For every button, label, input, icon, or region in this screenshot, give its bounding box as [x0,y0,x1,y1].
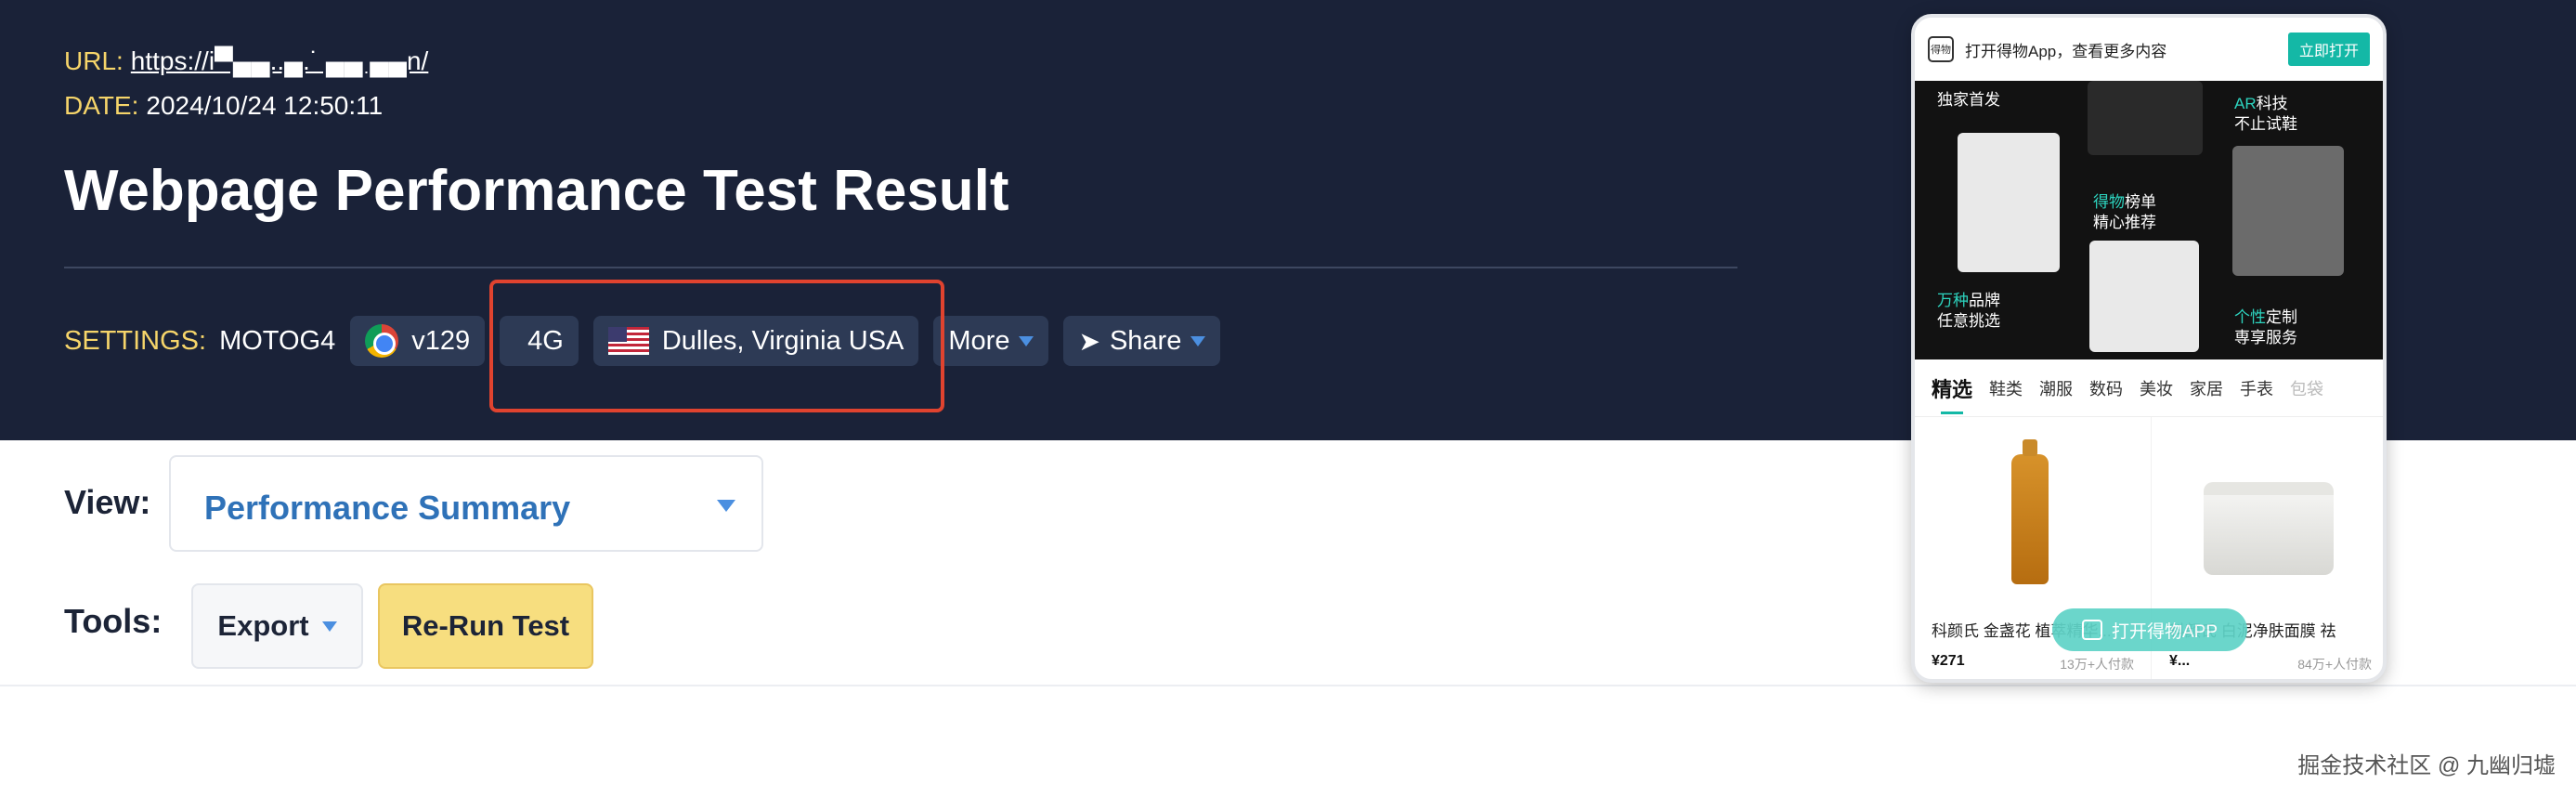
rerun-test-button[interactable]: Re-Run Test [378,583,593,669]
banner-text: 个性定制 [2234,308,2297,326]
test-date-row: DATE: 2024/10/24 12:50:11 [64,91,383,121]
banner-text: 得物榜单 [2093,193,2156,211]
banner-text: 任意挑选 [1937,312,2000,330]
date-key: DATE: [64,91,139,120]
page: URL: https://i▀▄▄..▄.˙ ▄▄ ▄▄n/ DATE: 2024/… [0,0,2576,797]
tab-digital[interactable]: 数码 [2089,376,2123,400]
test-date-value: 2024/10/24 12:50:11 [146,91,384,120]
tab-shoes[interactable]: 鞋类 [1989,376,2023,400]
product-image [2190,436,2348,594]
open-app-floating-button[interactable]: 打开得物APP [2052,608,2247,651]
open-app-label: 打开得物APP [2111,621,2218,642]
share-button[interactable]: ➤ Share [1063,316,1221,366]
app-icon [2081,620,2102,640]
share-label: Share [1109,325,1182,356]
chevron-down-icon [321,621,337,632]
browser-pill[interactable]: v129 [350,316,486,366]
chevron-down-icon [1190,335,1206,346]
tab-beauty[interactable]: 美妆 [2140,376,2173,400]
view-label: View: [64,483,151,521]
banner-text: 独家首发 [1937,91,2000,109]
test-url-row: URL: https://i▀▄▄..▄.˙ ▄▄ ▄▄n/ [64,46,428,76]
app-bar-text: 打开得物App，查看更多内容 [1965,42,2167,60]
ar-shoe-card [2232,146,2344,276]
app-open-button[interactable]: 立即打开 [2287,33,2370,66]
browser-version: v129 [411,325,471,356]
product-paid-count: 84万+人付款 [2297,657,2372,672]
view-selected-value: Performance Summary [204,489,571,527]
tab-streetwear[interactable]: 潮服 [2039,376,2073,400]
section-divider [0,685,2576,686]
chevron-down-icon [1019,335,1034,346]
device-name: MOTOG4 [219,325,336,356]
url-key: URL: [64,46,124,75]
product-image [1952,436,2110,594]
export-button[interactable]: Export [191,583,363,669]
product-price: ¥271 [1932,653,1965,669]
highlight-annotation-box [489,280,944,412]
app-logo: 得物 [1928,36,1954,62]
chrome-icon [365,324,399,358]
chevron-down-icon [717,500,735,512]
banner-text: 専享服务 [2234,329,2297,346]
app-download-bar: 得物 打开得物App，查看更多内容 立即打开 [1915,18,2383,81]
tab-bags[interactable]: 包袋 [2290,376,2323,400]
tab-home[interactable]: 家居 [2190,376,2223,400]
banner-text: 不止试鞋 [2234,115,2297,133]
page-title: Webpage Performance Test Result [64,159,1009,223]
paper-plane-icon: ➤ [1078,326,1100,356]
view-select[interactable]: Performance Summary [169,455,763,552]
banner-text: AR科技 [2234,95,2288,112]
test-url-link[interactable]: https://i▀▄▄..▄.˙ ▄▄ ▄▄n/ [131,46,429,75]
header-divider [64,267,1737,268]
banner-text: 精心推荐 [2093,214,2156,231]
tshirt-card [1958,133,2060,272]
more-button[interactable]: More [933,316,1049,366]
product-paid-count: 13万+人付款 [2060,657,2134,672]
hoodie-card [2089,241,2199,352]
tab-watches[interactable]: 手表 [2240,376,2273,400]
shoe-card [2088,81,2203,155]
category-tabs: 精选 鞋类 潮服 数码 美妆 家居 手表 包袋 [1915,359,2383,417]
settings-key: SETTINGS: [64,325,207,356]
more-label: More [948,325,1010,356]
product-price: ¥... [2169,653,2191,669]
export-label: Export [217,609,309,642]
mobile-screenshot-preview: 得物 打开得物App，查看更多内容 立即打开 独家首发 AR科技 不止试鞋 得物… [1911,14,2387,683]
banner-text: 万种品牌 [1937,292,2000,309]
promo-banner: 独家首发 AR科技 不止试鞋 得物榜单 精心推荐 万种品牌 任意挑选 个性定制 … [1915,81,2383,359]
watermark: 掘金技术社区 @ 九幽归墟 [2297,753,2556,778]
tab-featured[interactable]: 精选 [1932,373,1972,414]
tools-label: Tools: [64,602,163,640]
